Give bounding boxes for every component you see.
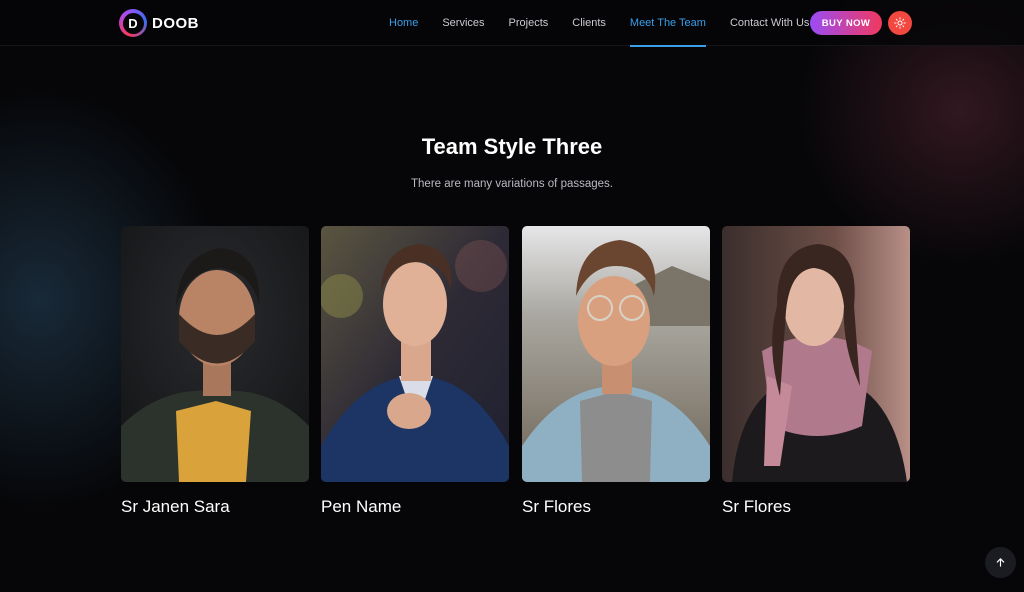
page: D DOOB Home Services Projects Clients Me… [0, 0, 1024, 592]
section-title: Team Style Three [421, 134, 603, 159]
scroll-to-top-button[interactable] [985, 547, 1016, 578]
team-card[interactable]: Sr Flores [522, 226, 710, 517]
nav-item-home[interactable]: Home [389, 0, 418, 46]
team-member-name: Sr Janen Sara [121, 497, 230, 516]
team-member-photo[interactable] [321, 226, 509, 482]
team-member-name: Sr Flores [722, 497, 791, 516]
portrait-man-beard [121, 226, 309, 482]
section-subtitle: There are many variations of passages. [411, 178, 613, 190]
main-nav: Home Services Projects Clients Meet The … [389, 0, 833, 47]
logo-mark-letter: D [122, 12, 144, 34]
site-header: D DOOB Home Services Projects Clients Me… [0, 0, 1024, 47]
theme-toggle-button[interactable] [888, 11, 912, 35]
portrait-man-glasses [522, 226, 710, 482]
team-member-photo[interactable] [722, 226, 910, 482]
team-member-name: Pen Name [321, 497, 402, 516]
team-card[interactable]: Sr Janen Sara [121, 226, 309, 517]
nav-item-contact[interactable]: Contact With Us [730, 0, 809, 46]
portrait-woman-scarf [722, 226, 910, 482]
nav-item-services[interactable]: Services [442, 0, 484, 46]
nav-item-projects[interactable]: Projects [509, 0, 549, 46]
arrow-up-icon [996, 558, 1005, 567]
nav-item-clients[interactable]: Clients [572, 0, 606, 46]
brand-name: DOOB [152, 14, 199, 32]
team-member-name: Sr Flores [522, 497, 591, 516]
sun-icon [894, 17, 906, 29]
team-card[interactable]: Sr Flores [722, 226, 910, 517]
brand-logo[interactable]: D DOOB [119, 9, 199, 37]
team-card[interactable]: Pen Name [321, 226, 509, 517]
team-member-photo[interactable] [121, 226, 309, 482]
logo-mark-icon: D [119, 9, 147, 37]
buy-now-button[interactable]: BUY NOW [810, 11, 882, 35]
nav-item-meet-the-team[interactable]: Meet The Team [629, 0, 706, 47]
portrait-man-suit [321, 226, 509, 482]
team-member-photo[interactable] [522, 226, 710, 482]
